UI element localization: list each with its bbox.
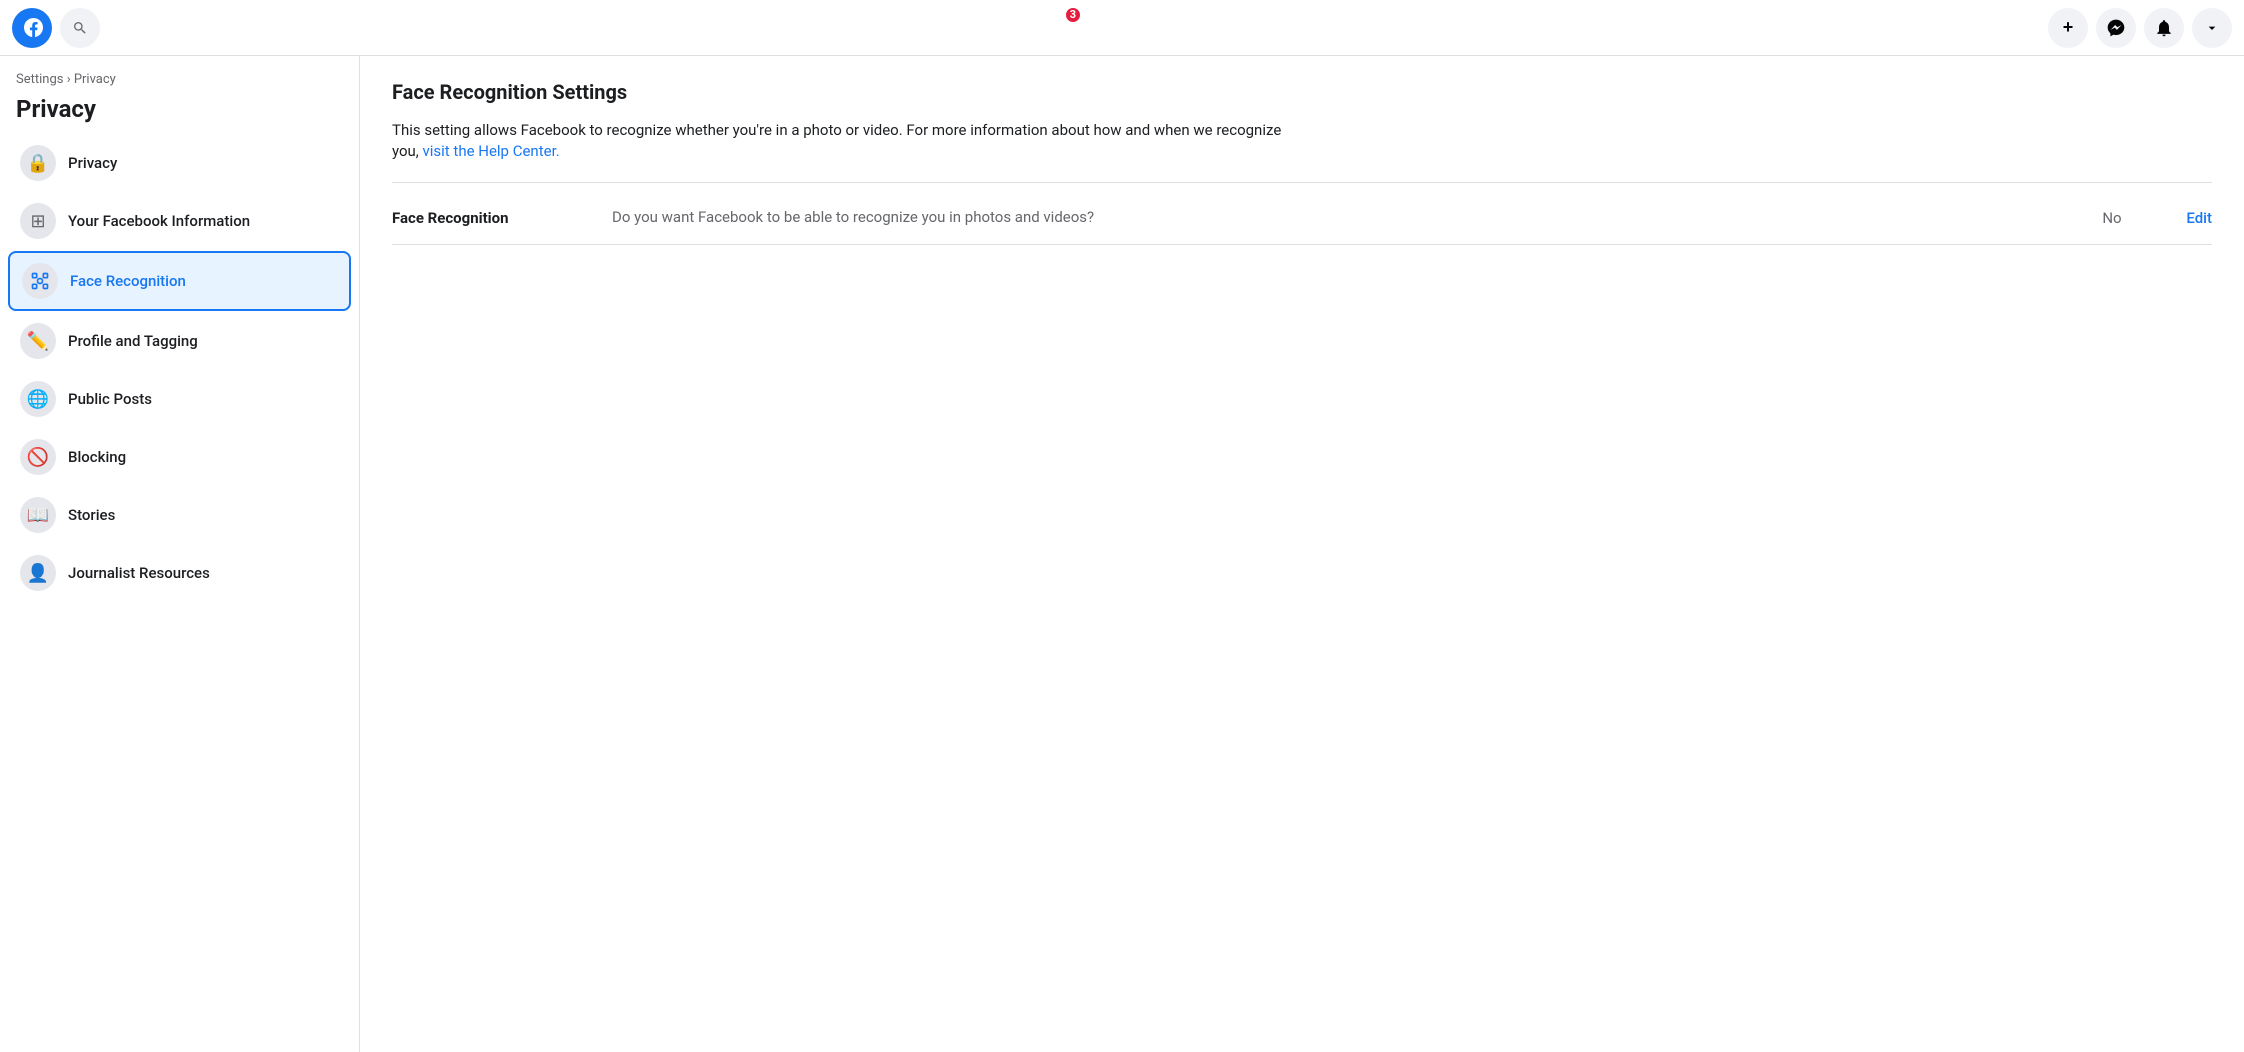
sidebar-item-blocking[interactable]: 🚫 Blocking	[8, 429, 351, 485]
top-navigation: 3 +	[0, 0, 2244, 56]
block-icon: 🚫	[20, 439, 56, 475]
page-layout: Settings › Privacy Privacy 🔒 Privacy ⊞ Y…	[0, 56, 2244, 1052]
sidebar-item-privacy[interactable]: 🔒 Privacy	[8, 135, 351, 191]
sidebar-item-label: Your Facebook Information	[68, 212, 250, 230]
nav-groups[interactable]	[1146, 4, 1194, 52]
search-button[interactable]	[60, 8, 100, 48]
notifications-button[interactable]	[2144, 8, 2184, 48]
sidebar-item-journalist[interactable]: 👤 Journalist Resources	[8, 545, 351, 601]
settings-divider	[392, 182, 2212, 183]
page-heading: Face Recognition Settings	[392, 80, 2212, 104]
stories-icon: 📖	[20, 497, 56, 533]
sidebar: Settings › Privacy Privacy 🔒 Privacy ⊞ Y…	[0, 56, 360, 1052]
edit-link[interactable]: Edit	[2186, 209, 2212, 227]
nav-home[interactable]	[954, 4, 1002, 52]
sidebar-item-profile-tagging[interactable]: ✏️ Profile and Tagging	[8, 313, 351, 369]
tag-icon: ✏️	[20, 323, 56, 359]
face-scan-icon	[22, 263, 58, 299]
description-text: This setting allows Facebook to recogniz…	[392, 120, 1292, 162]
sidebar-item-label: Blocking	[68, 448, 126, 466]
sidebar-item-facebook-info[interactable]: ⊞ Your Facebook Information	[8, 193, 351, 249]
sidebar-item-label: Journalist Resources	[68, 564, 210, 582]
account-menu-button[interactable]	[2192, 8, 2232, 48]
facebook-logo[interactable]	[12, 8, 52, 48]
row-label: Face Recognition	[392, 209, 612, 227]
nav-friends[interactable]	[1002, 4, 1050, 52]
journalist-icon: 👤	[20, 555, 56, 591]
sidebar-item-label: Public Posts	[68, 390, 152, 408]
sidebar-item-public-posts[interactable]: 🌐 Public Posts	[8, 371, 351, 427]
lock-icon: 🔒	[20, 145, 56, 181]
breadcrumb: Settings › Privacy	[8, 72, 351, 91]
nav-watch[interactable]: 3	[1050, 4, 1098, 52]
sidebar-item-label: Stories	[68, 506, 115, 524]
sidebar-item-label: Profile and Tagging	[68, 332, 198, 350]
row-action: Edit	[2152, 209, 2212, 227]
face-recognition-row: Face Recognition Do you want Facebook to…	[392, 191, 2212, 245]
messenger-button[interactable]	[2096, 8, 2136, 48]
create-button[interactable]: +	[2048, 8, 2088, 48]
help-center-link[interactable]: visit the Help Center.	[422, 142, 559, 160]
grid-icon: ⊞	[20, 203, 56, 239]
sidebar-item-label: Face Recognition	[70, 272, 186, 290]
row-value: No	[2072, 209, 2152, 227]
main-content: Face Recognition Settings This setting a…	[360, 56, 2244, 1052]
sidebar-title: Privacy	[8, 91, 351, 135]
row-description: Do you want Facebook to be able to recog…	[612, 207, 2072, 228]
sidebar-item-stories[interactable]: 📖 Stories	[8, 487, 351, 543]
sidebar-item-label: Privacy	[68, 154, 117, 172]
sidebar-item-face-recognition[interactable]: Face Recognition	[8, 251, 351, 311]
nav-marketplace[interactable]	[1098, 4, 1146, 52]
globe-icon: 🌐	[20, 381, 56, 417]
watch-badge: 3	[1064, 6, 1082, 24]
